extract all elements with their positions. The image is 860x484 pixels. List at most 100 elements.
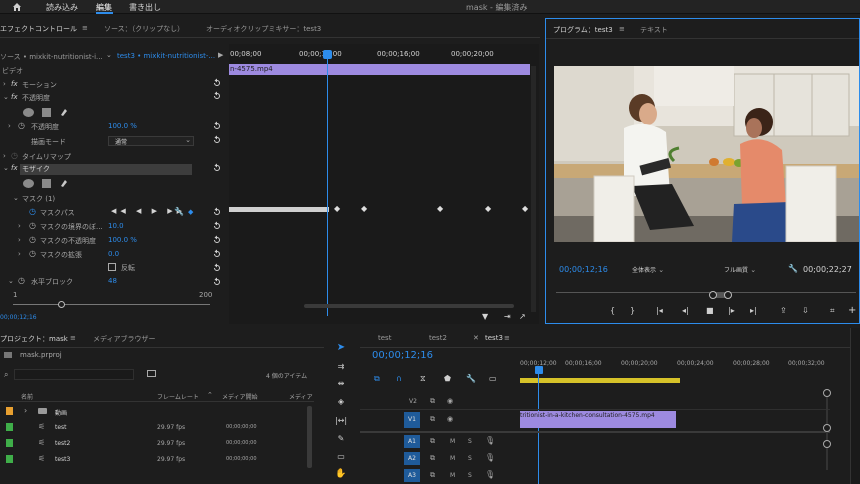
- mosaic-ellipse-mask-icon[interactable]: [23, 179, 34, 188]
- label-color-swatch[interactable]: [6, 455, 13, 463]
- close-icon[interactable]: ✕: [473, 334, 479, 342]
- mosaic-pen-mask-icon[interactable]: [59, 178, 69, 188]
- expand-mask-expansion-icon[interactable]: ›: [18, 250, 21, 262]
- fx-opacity-badge[interactable]: fx: [11, 93, 18, 105]
- add-button-icon[interactable]: +: [848, 305, 856, 316]
- sequence-clip-label[interactable]: test3 • mixkit-nutritionist-...: [117, 52, 215, 60]
- panel-menu-icon[interactable]: ≡: [619, 25, 625, 33]
- list-item[interactable]: ⚟ test3 29.97 fps 00;00;00;00: [0, 453, 314, 467]
- ec-vertical-scrollbar[interactable]: [531, 66, 536, 312]
- reset-icon[interactable]: [212, 91, 222, 101]
- video-frame[interactable]: [554, 66, 859, 242]
- list-item[interactable]: › 動画: [0, 405, 314, 419]
- add-marker-icon[interactable]: ⬟: [444, 374, 451, 383]
- menu-export[interactable]: 書き出し: [129, 2, 161, 13]
- timeline-zoom-handle-top[interactable]: [823, 389, 831, 397]
- tab-sequence-test3[interactable]: test3: [485, 334, 503, 342]
- microphone-icon[interactable]: 🎙: [485, 453, 495, 462]
- blocks-slider-handle[interactable]: [58, 301, 65, 308]
- rectangle-mask-icon[interactable]: [42, 108, 51, 117]
- reset-icon[interactable]: [212, 78, 222, 88]
- step-back-icon[interactable]: ◂|: [682, 306, 689, 315]
- keyframe-icon[interactable]: ◆: [485, 204, 491, 213]
- quality-select[interactable]: フル画質 ⌄: [724, 265, 774, 275]
- mosaic-rectangle-mask-icon[interactable]: [42, 179, 51, 188]
- expand-mask-feather-icon[interactable]: ›: [18, 222, 21, 234]
- selection-tool-icon[interactable]: ➤: [332, 338, 350, 356]
- track-target-v1[interactable]: V1: [404, 412, 420, 428]
- mark-in-icon[interactable]: {: [610, 306, 615, 315]
- go-to-out-icon[interactable]: ▸|: [750, 306, 757, 315]
- track-target-a1[interactable]: A1: [404, 435, 420, 448]
- linked-selection-icon[interactable]: ⧖: [420, 374, 426, 384]
- column-name[interactable]: 名前: [21, 392, 33, 401]
- zoom-select[interactable]: 全体表示 ⌄: [632, 265, 682, 275]
- tab-sequence-test[interactable]: test: [378, 334, 391, 342]
- search-icon[interactable]: ⌕: [4, 370, 8, 380]
- mask-feather-stopwatch-icon[interactable]: ◷: [29, 221, 36, 233]
- tab-effect-controls[interactable]: エフェクトコントロール: [0, 24, 77, 34]
- program-zoom-handle[interactable]: [709, 291, 717, 299]
- mask-header-label[interactable]: マスク (1): [22, 194, 55, 206]
- wrench-icon[interactable]: 🔧: [174, 207, 184, 219]
- label-color-swatch[interactable]: [6, 423, 13, 431]
- work-area-bar[interactable]: [520, 378, 680, 383]
- microphone-icon[interactable]: 🎙: [485, 436, 495, 445]
- ec-playhead-handle[interactable]: [323, 50, 332, 59]
- reset-icon[interactable]: [212, 263, 222, 273]
- blocks-stopwatch-icon[interactable]: ◷: [18, 276, 25, 288]
- mask-expansion-stopwatch-icon[interactable]: ◷: [29, 249, 36, 261]
- column-media[interactable]: メディア: [289, 392, 313, 401]
- menu-import[interactable]: 読み込み: [46, 2, 78, 13]
- program-timecode[interactable]: 00;00;12;16: [559, 265, 608, 274]
- opacity-value[interactable]: 100.0 %: [108, 122, 137, 134]
- blend-mode-select[interactable]: 通常 ⌄: [108, 136, 194, 146]
- sort-chevron-icon[interactable]: ⌃: [207, 391, 213, 399]
- expand-mask-icon[interactable]: ⌄: [13, 194, 19, 206]
- track-visibility-icon[interactable]: ◉: [447, 397, 453, 405]
- panel-menu-icon[interactable]: ≡: [82, 24, 88, 32]
- rectangle-tool-icon[interactable]: ▭: [332, 447, 350, 465]
- track-solo-button[interactable]: S: [468, 472, 472, 479]
- timeline-zoom-handle-bottom[interactable]: [823, 424, 831, 432]
- tab-sequence-test2[interactable]: test2: [429, 334, 447, 342]
- column-frame-rate[interactable]: フレームレート: [157, 392, 199, 401]
- track-lock-icon[interactable]: ⧉: [430, 415, 435, 424]
- expand-opacity-icon[interactable]: ⌄: [3, 93, 9, 105]
- mask-path-stopwatch-icon[interactable]: ◷: [29, 207, 36, 219]
- keyframe-icon[interactable]: ◆: [437, 204, 443, 213]
- expand-mask-opacity-icon[interactable]: ›: [18, 236, 21, 248]
- mask-opacity-stopwatch-icon[interactable]: ◷: [29, 235, 36, 247]
- timeline-zoom-handle-audio[interactable]: [823, 440, 831, 448]
- wrench-icon[interactable]: 🔧: [788, 264, 798, 273]
- go-to-in-icon[interactable]: |◂: [656, 306, 663, 315]
- expand-motion-icon[interactable]: ›: [3, 80, 6, 92]
- project-scrollbar[interactable]: [307, 406, 312, 468]
- search-input[interactable]: [14, 369, 134, 380]
- list-item[interactable]: ⚟ test2 29.97 fps 00;00;00;00: [0, 437, 314, 451]
- keyframe-icon[interactable]: ◆: [361, 204, 367, 213]
- timeline-clip-v1[interactable]: tritionist-in-a-kitchen-consultation-457…: [520, 411, 676, 428]
- horizontal-blocks-value[interactable]: 48: [108, 277, 117, 289]
- ripple-icon[interactable]: ⇥: [504, 312, 511, 321]
- microphone-icon[interactable]: 🎙: [485, 470, 495, 479]
- tab-project[interactable]: プロジェクト：mask: [0, 334, 68, 344]
- chevron-down-icon[interactable]: ⌄: [106, 51, 112, 59]
- reset-icon[interactable]: [212, 207, 222, 217]
- reset-icon[interactable]: [212, 135, 222, 145]
- expand-folder-icon[interactable]: ›: [24, 406, 27, 415]
- label-color-swatch[interactable]: [6, 439, 13, 447]
- filter-icon[interactable]: ▼: [482, 312, 488, 321]
- step-forward-icon[interactable]: |▸: [728, 306, 735, 315]
- mask-path-keyframe-icon[interactable]: ◆: [188, 208, 193, 220]
- track-solo-button[interactable]: S: [468, 455, 472, 462]
- tab-media-browser[interactable]: メディアブラウザー: [93, 334, 156, 344]
- timeline-timecode[interactable]: 00;00;12;16: [372, 350, 433, 361]
- mask-expansion-value[interactable]: 0.0: [108, 250, 119, 262]
- timeline-ruler[interactable]: 00;00;12;00 00;00;16;00 00;00;20;00 00;0…: [520, 350, 828, 374]
- panel-menu-icon[interactable]: ≡: [504, 334, 510, 342]
- export-frame-icon[interactable]: ↗: [519, 312, 526, 321]
- track-solo-button[interactable]: S: [468, 438, 472, 445]
- keyframe-icon[interactable]: ◆: [334, 204, 340, 213]
- reset-icon[interactable]: [212, 249, 222, 259]
